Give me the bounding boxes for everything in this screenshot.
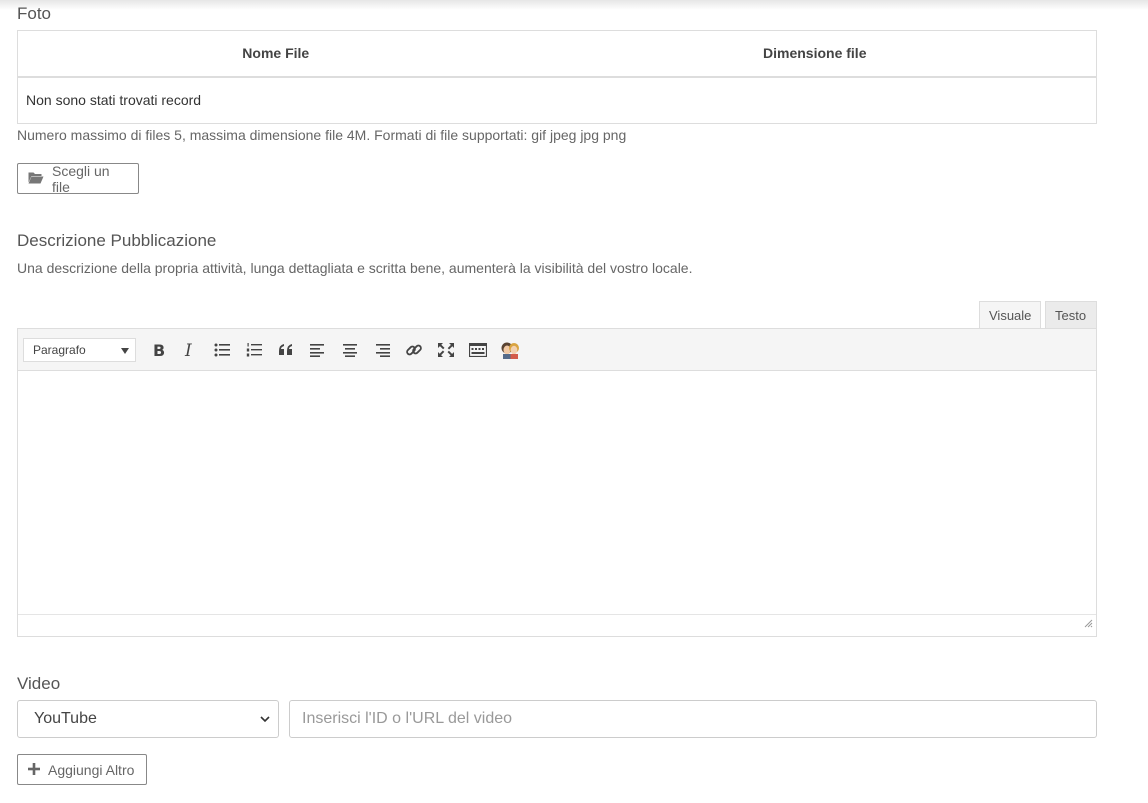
tab-text[interactable]: Testo	[1045, 301, 1097, 329]
empty-records-message: Non sono stati trovati record	[26, 92, 202, 109]
align-left-icon	[310, 343, 326, 357]
photo-files-table: Nome File Dimensione file Non sono stati…	[17, 30, 1097, 124]
blockquote-icon	[278, 343, 294, 357]
numbered-list-icon	[246, 342, 262, 357]
description-help-text: Una descrizione della propria attività, …	[17, 260, 693, 276]
editor-toolbar: Paragrafo B I	[18, 329, 1096, 371]
video-title: Video	[17, 674, 61, 693]
fullscreen-button[interactable]	[430, 336, 462, 364]
column-header-filesize: Dimensione file	[533, 30, 1097, 78]
svg-text:I: I	[184, 342, 192, 358]
italic-icon: I	[183, 342, 197, 358]
video-url-placeholder: Inserisci l'ID o l'URL del video	[302, 710, 513, 727]
video-url-input[interactable]: Inserisci l'ID o l'URL del video	[289, 700, 1097, 738]
editor-statusbar	[18, 614, 1096, 636]
format-select-value: Paragrafo	[33, 342, 86, 357]
folder-open-icon	[28, 171, 44, 187]
column-header-filename: Nome File	[17, 30, 534, 78]
video-provider-value: YouTube	[34, 710, 97, 727]
caret-down-icon	[121, 343, 129, 357]
bold-icon: B	[151, 342, 165, 358]
plus-icon	[28, 762, 40, 778]
bullet-list-icon	[214, 343, 230, 357]
align-center-button[interactable]	[334, 336, 366, 364]
table-row: Non sono stati trovati record	[18, 77, 1097, 124]
toolbar-toggle-button[interactable]	[462, 336, 494, 364]
resize-handle-icon[interactable]	[1083, 615, 1093, 633]
toolbar-toggle-icon	[469, 342, 487, 357]
foto-help-text: Numero massimo di files 5, massima dimen…	[17, 127, 627, 143]
link-button[interactable]	[398, 336, 430, 364]
tab-visual[interactable]: Visuale	[979, 301, 1041, 329]
add-more-button[interactable]: Aggiungi Altro	[17, 754, 147, 785]
align-right-button[interactable]	[366, 336, 398, 364]
avatar-faces-icon	[500, 341, 520, 359]
bold-button[interactable]: B	[142, 336, 174, 364]
link-icon	[405, 341, 423, 359]
align-left-button[interactable]	[302, 336, 334, 364]
align-center-icon	[342, 343, 358, 357]
add-more-label: Aggiungi Altro	[48, 761, 135, 778]
svg-text:B: B	[153, 342, 165, 358]
format-select[interactable]: Paragrafo	[23, 337, 136, 362]
choose-file-label: Scegli un file	[52, 162, 110, 195]
editor-content-area[interactable]	[18, 371, 1096, 614]
numbered-list-button[interactable]	[238, 336, 270, 364]
blockquote-button[interactable]	[270, 336, 302, 364]
fullscreen-icon	[438, 342, 454, 357]
avatar-faces-button[interactable]	[494, 336, 526, 364]
video-provider-select[interactable]: YouTube	[17, 700, 279, 738]
choose-file-button[interactable]: Scegli un file	[17, 162, 139, 195]
bullet-list-button[interactable]	[206, 336, 238, 364]
top-shadow	[0, 0, 1148, 10]
align-right-icon	[374, 343, 390, 357]
foto-title: Foto	[17, 4, 52, 23]
chevron-down-icon	[260, 710, 270, 728]
rich-text-editor: Paragrafo B I	[17, 328, 1097, 637]
description-title: Descrizione Pubblicazione	[17, 231, 217, 250]
italic-button[interactable]: I	[174, 336, 206, 364]
